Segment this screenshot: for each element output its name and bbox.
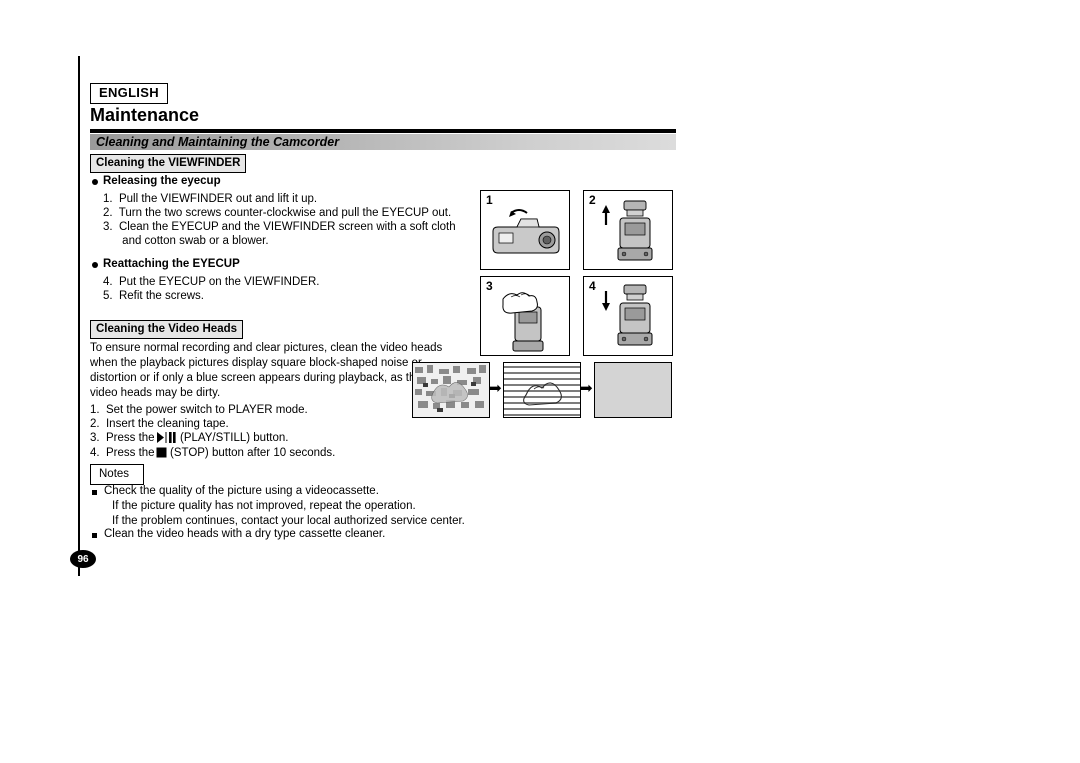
eyecup-refit-illustration: [602, 284, 653, 346]
camcorder-illustration: [492, 209, 560, 254]
video-heads-para-line-2: when the playback pictures display squar…: [90, 357, 422, 369]
bullet-square-icon: [92, 533, 97, 538]
striped-picture-illustration: [504, 363, 580, 417]
bullet-dot-icon: [92, 179, 98, 185]
video-heads-step-1: 1. Set the power switch to PLAYER mode.: [90, 404, 308, 416]
note-1-line-2: If the picture quality has not improved,…: [112, 500, 416, 512]
note-1-line-1: Check the quality of the picture using a…: [104, 485, 379, 497]
notes-label: Notes: [90, 464, 145, 485]
figure-number-3: 3: [486, 279, 493, 293]
viewfinder-sub1-title: Releasing the eyecup: [103, 175, 221, 187]
video-heads-step-4-suffix: (STOP) button after 10 seconds.: [170, 447, 336, 459]
arrow-right-icon: ➡: [580, 380, 593, 397]
figure-number-1: 1: [486, 193, 493, 207]
viewfinder-sub2-title: Reattaching the EYECUP: [103, 258, 240, 270]
page-title: Maintenance: [90, 105, 200, 125]
note-2-line-1: Clean the video heads with a dry type ca…: [104, 528, 386, 540]
figure-number-2: 2: [589, 193, 596, 207]
video-heads-para-line-4: video heads may be dirty.: [90, 387, 221, 399]
bullet-dot-icon: [92, 262, 98, 268]
title-divider: [90, 129, 676, 133]
figure-2-eyecup-remove: 2: [583, 190, 673, 270]
arrow-right-icon: ➡: [489, 380, 502, 397]
figure-4-eyecup-refit: 4: [583, 276, 673, 356]
play-still-icon: [157, 432, 176, 443]
language-badge: ENGLISH: [90, 83, 168, 104]
viewfinder-step-2: 2. Turn the two screws counter-clockwise…: [103, 207, 452, 219]
manual-page: ENGLISH Maintenance Cleaning and Maintai…: [0, 0, 1080, 763]
video-heads-step-2: 2. Insert the cleaning tape.: [90, 418, 229, 430]
stop-icon: [156, 447, 167, 458]
viewfinder-step-3: 3. Clean the EYECUP and the VIEWFINDER s…: [103, 221, 456, 233]
figure-clean-picture: [594, 362, 672, 418]
hand-cloth-illustration: [502, 292, 544, 352]
figure-3-cleaning-eyecup: 3: [480, 276, 570, 356]
video-heads-step-3: 3. Press the: [90, 432, 155, 444]
video-heads-para-line-1: To ensure normal recording and clear pic…: [90, 342, 443, 354]
subsection-label-video-heads: Cleaning the Video Heads: [90, 320, 244, 339]
viewfinder-step-1: 1. Pull the VIEWFINDER out and lift it u…: [103, 193, 318, 205]
block-noise-illustration: [413, 363, 489, 417]
left-vertical-rule: [78, 56, 80, 576]
figure-noise-picture: [412, 362, 490, 418]
video-heads-para-line-3: distortion or if only a blue screen appe…: [90, 372, 422, 384]
figure-1-viewfinder-pull: 1: [480, 190, 570, 270]
figure-cleaning-tape: [503, 362, 581, 418]
subsection-label-viewfinder: Cleaning the VIEWFINDER: [90, 154, 247, 173]
eyecup-illustration: [602, 200, 653, 261]
bullet-square-icon: [92, 490, 97, 495]
viewfinder-step-3-cont: and cotton swab or a blower.: [103, 235, 269, 247]
video-heads-step-3-suffix: (PLAY/STILL) button.: [180, 432, 289, 444]
viewfinder-step-5: 5. Refit the screws.: [103, 290, 204, 302]
section-title: Cleaning and Maintaining the Camcorder: [96, 135, 340, 149]
page-number: 96: [70, 550, 96, 568]
viewfinder-step-4: 4. Put the EYECUP on the VIEWFINDER.: [103, 276, 320, 288]
figure-number-4: 4: [589, 279, 596, 293]
video-heads-step-4: 4. Press the: [90, 447, 155, 459]
